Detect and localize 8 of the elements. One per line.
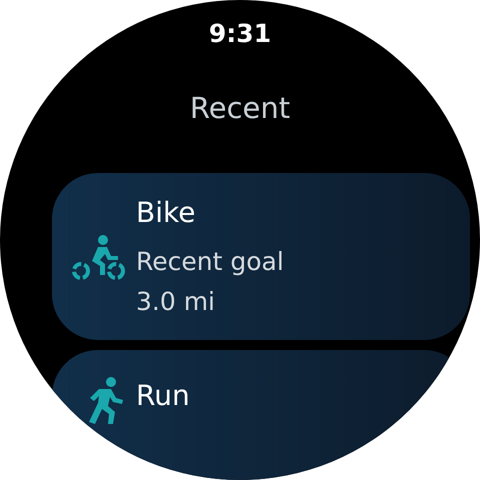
clock-time: 9:31 (208, 18, 272, 50)
activity-detail: 3.0 mi (136, 286, 216, 318)
activity-name: Run (136, 378, 190, 414)
activity-detail: Recent goal (136, 246, 284, 278)
cyclist-icon (71, 234, 127, 282)
activity-card[interactable]: Bike Recent goal 3.0 mi (52, 173, 470, 340)
screen-title: Recent (188, 90, 292, 127)
activity-name: Bike (136, 195, 196, 231)
